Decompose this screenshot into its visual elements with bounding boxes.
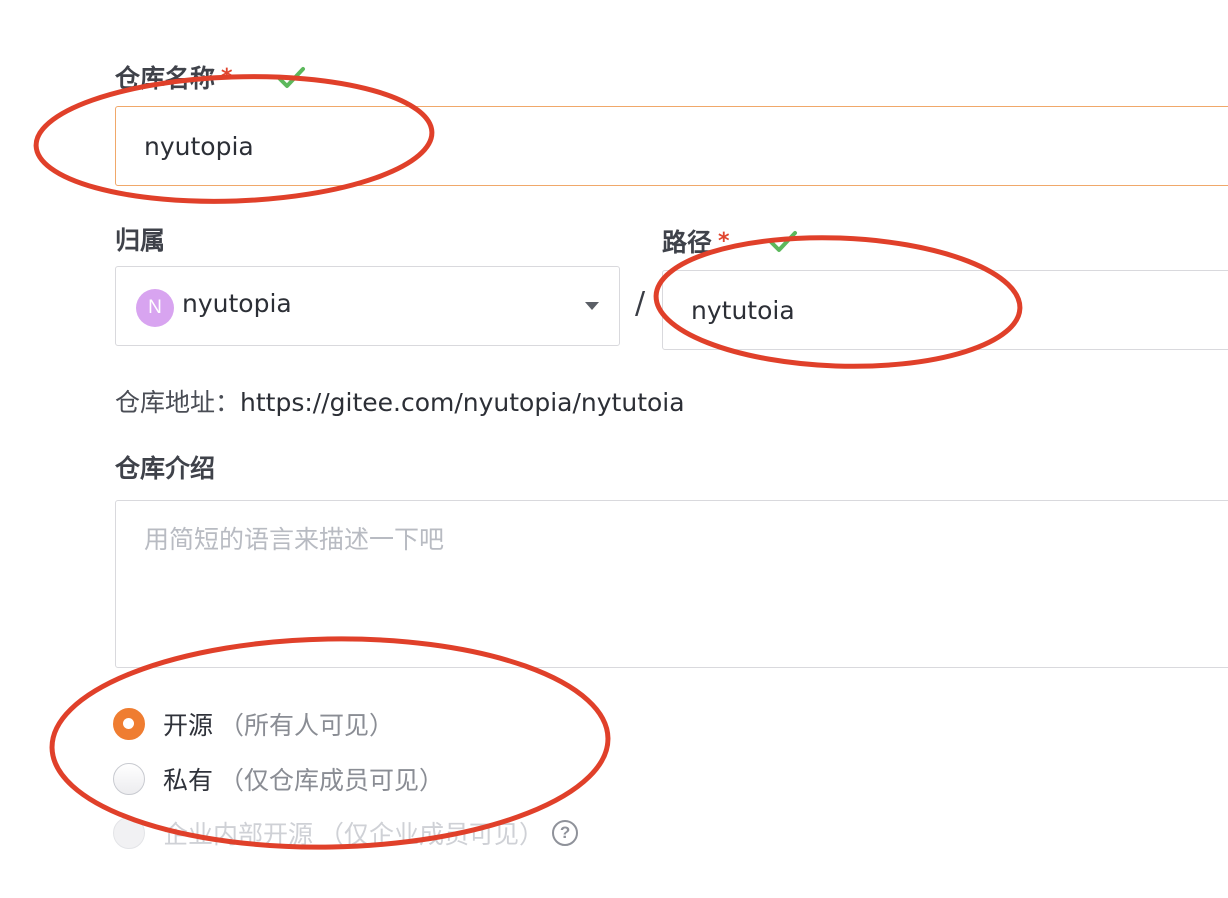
repo-url-value: https://gitee.com/nyutopia/nytutoia: [240, 388, 685, 417]
radio-disabled-icon: [113, 817, 145, 849]
visibility-option-public[interactable]: 开源 （所有人可见）: [113, 706, 394, 742]
repo-name-label: 仓库名称 *: [115, 64, 233, 96]
visibility-option-desc: （仅仓库成员可见）: [219, 766, 445, 795]
visibility-option-private[interactable]: 私有 （仅仓库成员可见）: [113, 761, 444, 797]
help-icon[interactable]: ?: [552, 820, 579, 846]
required-mark: *: [718, 229, 730, 254]
description-placeholder: 用简短的语言来描述一下吧: [144, 525, 445, 554]
visibility-option-label: 企业内部开源: [163, 820, 314, 849]
valid-check-icon: [769, 231, 797, 252]
chevron-down-icon: [585, 302, 599, 310]
visibility-option-desc: （所有人可见）: [219, 711, 395, 740]
valid-check-icon: [277, 67, 305, 88]
path-value: nytutoia: [691, 296, 795, 325]
visibility-option-desc: （仅企业成员可见）: [319, 820, 545, 849]
owner-selected-value: nyutopia: [182, 289, 292, 318]
create-repo-form: 仓库名称 * nyutopia 归属 N nyutopia / 路径 * nytut…: [0, 0, 1228, 898]
repo-name-value: nyutopia: [144, 132, 254, 161]
radio-unchecked-icon[interactable]: [113, 763, 145, 795]
owner-avatar: N: [136, 289, 174, 327]
description-label: 仓库介绍: [115, 454, 216, 483]
visibility-option-label: 私有: [163, 766, 214, 795]
required-mark: *: [221, 65, 233, 90]
repo-name-input[interactable]: nyutopia: [115, 106, 1228, 186]
path-label: 路径 *: [662, 228, 730, 260]
repo-url-prefix: 仓库地址：: [115, 388, 241, 417]
path-input[interactable]: nytutoia: [662, 270, 1228, 350]
visibility-option-label: 开源: [163, 711, 214, 740]
repo-name-label-text: 仓库名称: [115, 64, 216, 93]
path-label-text: 路径: [662, 228, 713, 257]
description-textarea[interactable]: 用简短的语言来描述一下吧: [115, 500, 1228, 668]
path-separator: /: [635, 286, 646, 321]
visibility-option-enterprise: 企业内部开源 （仅企业成员可见） ?: [113, 815, 579, 851]
repo-url: 仓库地址：https://gitee.com/nyutopia/nytutoia: [115, 387, 685, 419]
owner-select[interactable]: N nyutopia: [115, 266, 620, 346]
radio-checked-icon[interactable]: [113, 708, 145, 740]
owner-label: 归属: [115, 226, 166, 255]
